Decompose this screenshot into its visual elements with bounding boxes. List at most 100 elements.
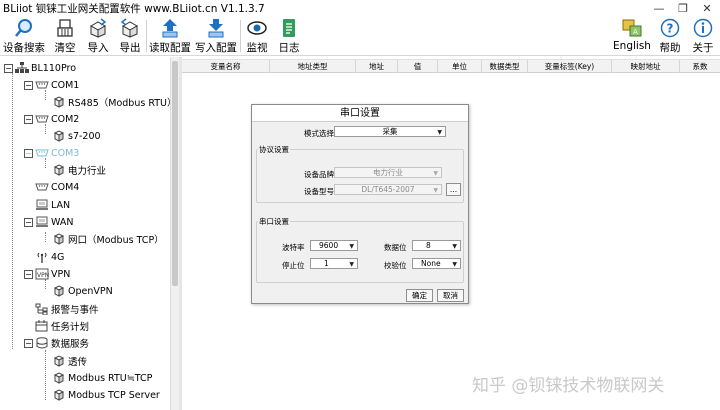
tree-item-com1[interactable]: − COM1 (24, 77, 79, 93)
monitor-label: 监视 (246, 42, 268, 54)
close-button[interactable]: ✕ (696, 0, 718, 16)
write-config-button[interactable]: 写入配置 (195, 16, 237, 56)
tree-scrollbar[interactable] (170, 57, 179, 410)
window-title: BLiiot 钡铼工业网关配置软件 www.BLiiot.cn V1.1.3.7 (3, 2, 265, 15)
tree-item-data-service[interactable]: − 数据服务 (24, 335, 89, 351)
parity-select[interactable]: None ▼ (412, 258, 461, 269)
vpn-icon: VPN (35, 268, 49, 280)
cube-icon (53, 355, 65, 367)
read-config-button[interactable]: 读取配置 (149, 16, 191, 56)
scrollbar-thumb[interactable] (172, 61, 178, 286)
monitor-button[interactable]: 监视 (244, 16, 270, 56)
language-icon: A (622, 19, 642, 37)
cancel-button[interactable]: 取消 (437, 289, 464, 302)
column-header[interactable]: 地址类型 (270, 60, 356, 73)
export-label: 导出 (119, 42, 141, 54)
tree-root[interactable]: − BL110Pro (4, 60, 76, 76)
model-label: 设备型号 (304, 187, 334, 196)
tree-item-passthrough[interactable]: 透传 (52, 353, 87, 369)
dropdown-caret-icon: ▼ (349, 261, 354, 268)
dropdown-caret-icon: ▼ (437, 129, 442, 136)
mode-select[interactable]: 采集 ▼ (334, 126, 446, 137)
tree-item-label: Modbus TCP Server (68, 389, 160, 401)
dialog-title: 串口设置 (252, 105, 468, 122)
tree-item-openvpn[interactable]: OpenVPN (52, 283, 113, 299)
tree-item-label: COM3 (51, 147, 80, 159)
alarm-tree-icon (35, 303, 48, 315)
tree-item-power-industry[interactable]: 电力行业 (52, 162, 106, 178)
log-button[interactable]: 日志 (276, 16, 302, 56)
tree-item-ethernet[interactable]: 网口（Modbus TCP） (52, 231, 164, 247)
column-header[interactable]: 数据类型 (482, 60, 528, 73)
tree-item-label: 电力行业 (68, 166, 107, 177)
svg-text:A: A (633, 28, 638, 36)
column-header[interactable]: 系数 (680, 60, 720, 73)
tree-item-4g[interactable]: 4G (35, 249, 64, 265)
antenna-icon (37, 252, 47, 263)
serial-group-label: 串口设置 (258, 216, 290, 227)
tree-item-wan[interactable]: − WAN (24, 214, 73, 230)
model-value: DL/T645-2007 (361, 185, 415, 194)
tree-item-task-schedule[interactable]: 任务计划 (35, 318, 89, 334)
tree-item-com2[interactable]: − COM2 (24, 111, 79, 127)
english-button[interactable]: A English (613, 16, 651, 56)
dropdown-caret-icon: ▼ (433, 170, 438, 177)
english-label: English (613, 40, 651, 52)
baud-label: 波特率 (282, 243, 305, 252)
collapse-toggle[interactable]: − (24, 269, 33, 279)
network-icon (36, 199, 48, 210)
svg-text:VPN: VPN (37, 272, 49, 279)
column-header[interactable]: 映射地址 (612, 60, 680, 73)
tree-item-label: s7-200 (68, 130, 101, 142)
maximize-button[interactable]: ❐ (672, 0, 694, 16)
minimize-button[interactable]: — (648, 0, 670, 16)
toolbar-separator (240, 20, 241, 52)
tree-item-s7-200[interactable]: s7-200 (52, 128, 101, 144)
tree-item-com3[interactable]: − COM3 (24, 145, 79, 161)
device-search-button[interactable]: 设备搜索 (3, 16, 45, 56)
cube-icon (53, 389, 65, 401)
eye-icon (247, 21, 267, 35)
help-button[interactable]: ? 帮助 (657, 16, 683, 56)
database-icon (36, 337, 48, 349)
brand-value: 电力行业 (373, 168, 403, 177)
model-select[interactable]: DL/T645-2007 ▼ (334, 184, 442, 195)
collapse-toggle[interactable]: − (24, 338, 33, 348)
tree-item-label: 任务计划 (51, 322, 90, 333)
tree-item-vpn[interactable]: − VPN VPN (24, 266, 70, 282)
databits-select[interactable]: 8 ▼ (412, 240, 461, 251)
tree-item-com4[interactable]: COM4 (35, 179, 79, 195)
cube-icon (53, 164, 65, 176)
stopbits-select[interactable]: 1 ▼ (310, 258, 358, 269)
tree-item-alarm-event[interactable]: 报警与事件 (35, 301, 99, 317)
log-document-icon (283, 19, 295, 37)
tree-item-modbus-rtu-tcp[interactable]: Modbus RTU≒TCP (52, 370, 152, 386)
column-header[interactable]: 值 (398, 60, 438, 73)
read-config-label: 读取配置 (149, 42, 191, 54)
collapse-toggle[interactable]: − (24, 80, 33, 90)
tree-item-lan[interactable]: LAN (35, 197, 70, 213)
collapse-toggle[interactable]: − (4, 63, 13, 73)
browse-button[interactable]: ... (446, 183, 461, 196)
column-header[interactable]: 单位 (438, 60, 482, 73)
tree-item-label: 网口（Modbus TCP） (68, 235, 164, 246)
clear-button[interactable]: 清空 (51, 16, 79, 56)
tree-item-modbus-tcp-server[interactable]: Modbus TCP Server (52, 387, 160, 403)
column-header[interactable]: 地址 (356, 60, 398, 73)
export-button[interactable]: 导出 (116, 16, 144, 56)
collapse-toggle[interactable]: − (24, 114, 33, 124)
brand-select[interactable]: 电力行业 ▼ (334, 167, 442, 178)
column-header[interactable]: 变量名称 (182, 60, 270, 73)
about-button[interactable]: 关于 (690, 16, 716, 56)
stopbits-label: 停止位 (282, 261, 305, 270)
column-header[interactable]: 变量标签(Key) (528, 60, 612, 73)
ok-button[interactable]: 确定 (406, 289, 433, 302)
tree-connector (45, 232, 46, 242)
collapse-toggle[interactable]: − (24, 148, 33, 158)
import-button[interactable]: 导入 (84, 16, 112, 56)
tree-connector (45, 350, 46, 400)
watermark: 知乎 @钡铼技术物联网关 (472, 376, 665, 396)
collapse-toggle[interactable]: − (24, 217, 33, 227)
tree-item-rs485[interactable]: RS485（Modbus RTU） (52, 94, 170, 110)
baud-select[interactable]: 9600 ▼ (310, 240, 358, 251)
